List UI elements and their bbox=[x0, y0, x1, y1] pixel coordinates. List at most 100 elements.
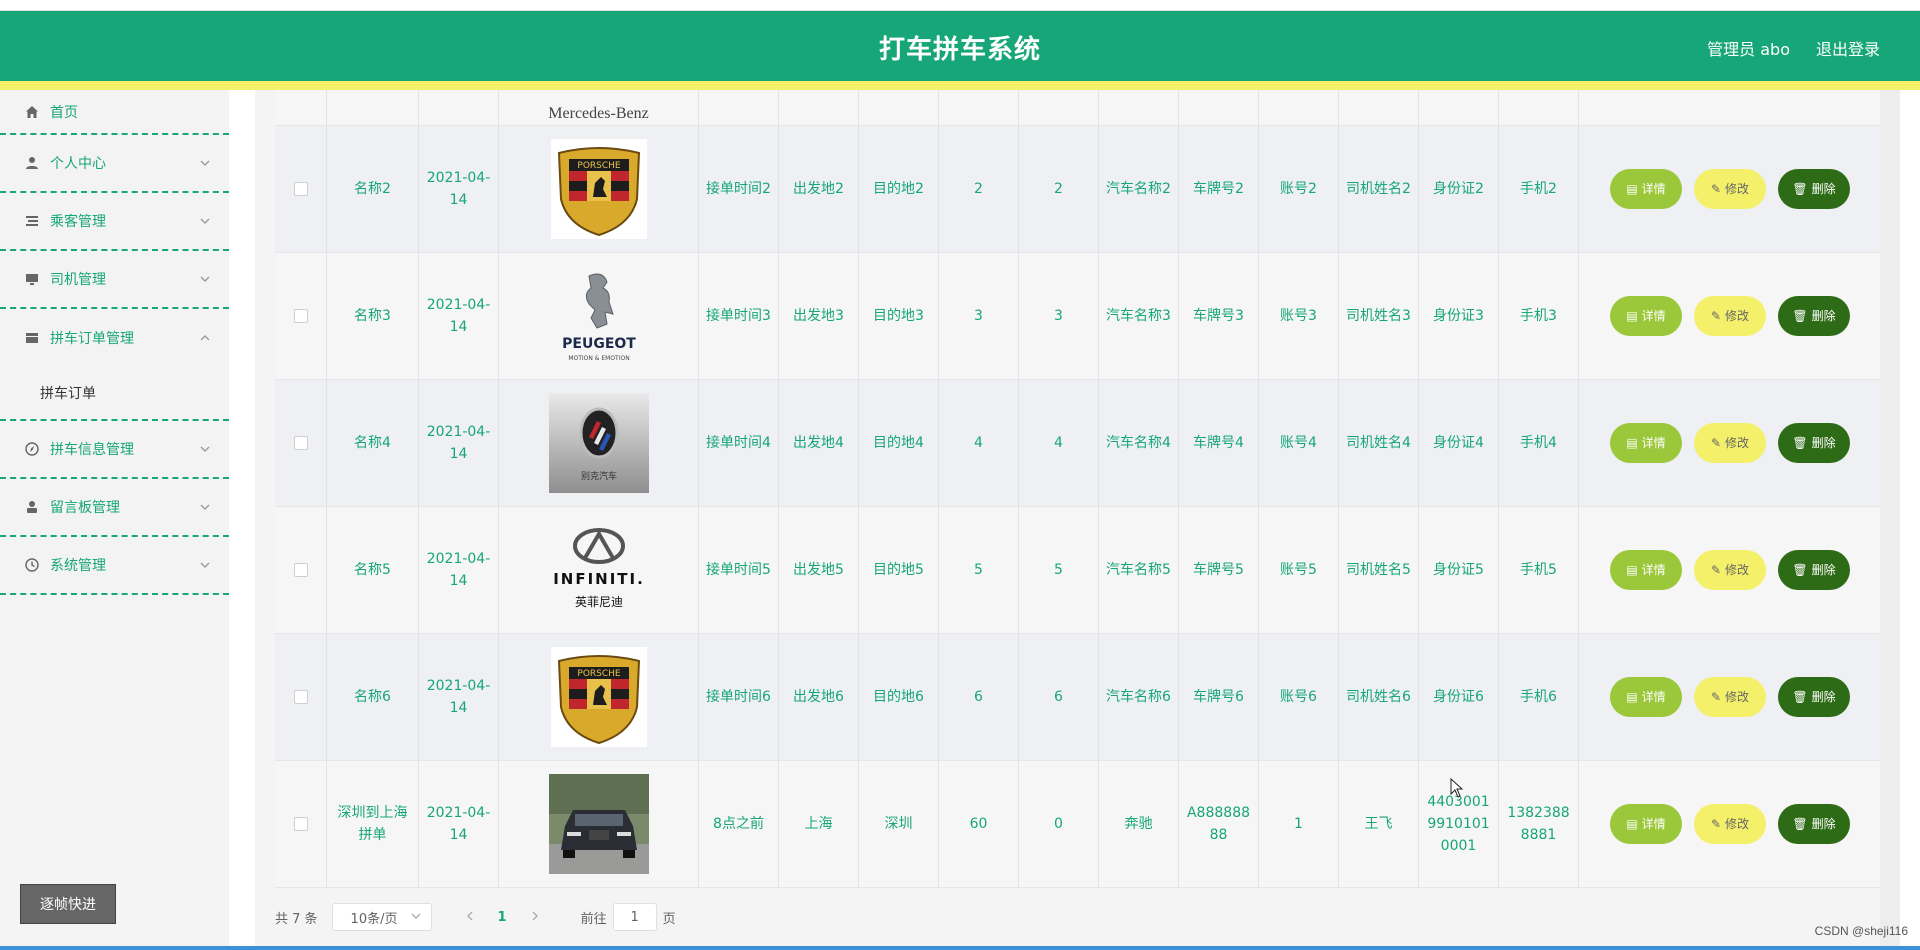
delete-button[interactable]: 🗑 删除 bbox=[1778, 804, 1850, 844]
clock-icon bbox=[24, 557, 40, 573]
row-checkbox[interactable] bbox=[293, 817, 308, 831]
cell-remaining: 6 bbox=[1019, 634, 1099, 760]
sidebar-item-label: 留言板管理 bbox=[50, 500, 120, 516]
watermark: CSDN @sheji116 bbox=[1814, 924, 1908, 938]
infiniti-logo-subtext: 英菲尼迪 bbox=[574, 595, 622, 609]
next-page-button[interactable] bbox=[525, 910, 545, 925]
sidebar-item-label: 拼车订单管理 bbox=[50, 331, 134, 347]
table-row: 名称3 2021-04-14 PEUGEOT MOTION & EMOTION … bbox=[275, 253, 1881, 380]
window-top-strip bbox=[0, 0, 1920, 11]
sidebar-item-driver[interactable]: 司机管理 bbox=[0, 251, 229, 309]
edit-button[interactable]: ✎ 修改 bbox=[1694, 169, 1766, 209]
peugeot-logo-image: PEUGEOT MOTION & EMOTION bbox=[549, 266, 649, 366]
pencil-icon: ✎ bbox=[1710, 817, 1722, 831]
sidebar-item-personal-center[interactable]: 个人中心 bbox=[0, 135, 229, 193]
edit-button[interactable]: ✎ 修改 bbox=[1694, 677, 1766, 717]
cell-name: 深圳到上海拼单 bbox=[327, 761, 419, 887]
logout-link[interactable]: 退出登录 bbox=[1816, 36, 1880, 60]
cell-date: 2021-04-14 bbox=[419, 634, 499, 760]
detail-button[interactable]: ▤ 详情 bbox=[1610, 804, 1682, 844]
sidebar-item-label: 乘客管理 bbox=[50, 214, 106, 230]
document-icon: ▤ bbox=[1626, 690, 1638, 704]
sidebar-item-passenger[interactable]: 乘客管理 bbox=[0, 193, 229, 251]
table-row: 名称5 2021-04-14 INFINITI. 英菲尼迪 接单时间5 出发地5… bbox=[275, 507, 1881, 634]
cell-car-name: 汽车名称2 bbox=[1099, 126, 1179, 252]
sidebar-item-label: 系统管理 bbox=[50, 558, 106, 574]
row-checkbox[interactable] bbox=[293, 436, 308, 450]
delete-button[interactable]: 🗑 删除 bbox=[1778, 169, 1850, 209]
chevron-down-icon bbox=[199, 215, 211, 227]
cell-date: 2021-04-14 bbox=[419, 253, 499, 379]
sidebar-item-message-board[interactable]: 留言板管理 bbox=[0, 479, 229, 537]
frame-forward-button[interactable]: 逐帧快进 bbox=[20, 884, 116, 924]
chevron-up-icon bbox=[199, 332, 211, 344]
cell-plate: 车牌号2 bbox=[1179, 126, 1259, 252]
document-icon: ▤ bbox=[1626, 182, 1638, 196]
main-content: Mercedes-Benz 名称2 2021-04-14 PORSCHE 接单时… bbox=[255, 90, 1900, 950]
detail-button[interactable]: ▤ 详情 bbox=[1610, 296, 1682, 336]
cell-id-card: 身份证2 bbox=[1419, 126, 1499, 252]
detail-button[interactable]: ▤ 详情 bbox=[1610, 677, 1682, 717]
document-icon: ▤ bbox=[1626, 817, 1638, 831]
detail-button[interactable]: ▤ 详情 bbox=[1610, 550, 1682, 590]
cell-driver-name: 王飞 bbox=[1339, 761, 1419, 887]
cell-seats: 5 bbox=[939, 507, 1019, 633]
edit-button[interactable]: ✎ 修改 bbox=[1694, 804, 1766, 844]
cell-name: 名称3 bbox=[327, 253, 419, 379]
sidebar-subitem-carpool-order[interactable]: 拼车订单 bbox=[0, 367, 229, 421]
trash-icon: 🗑 bbox=[1792, 563, 1808, 577]
cell-driver-name: 司机姓名2 bbox=[1339, 126, 1419, 252]
sidebar-item-carpool-orders[interactable]: 拼车订单管理 bbox=[0, 309, 229, 367]
prev-page-button[interactable] bbox=[460, 910, 480, 925]
sidebar-item-home[interactable]: 首页 bbox=[0, 90, 229, 135]
cell-plate: 车牌号3 bbox=[1179, 253, 1259, 379]
trash-icon: 🗑 bbox=[1792, 690, 1808, 704]
app-header: 打车拼车系统 管理员 abo 退出登录 bbox=[0, 11, 1920, 81]
detail-button[interactable]: ▤ 详情 bbox=[1610, 169, 1682, 209]
delete-button[interactable]: 🗑 删除 bbox=[1778, 677, 1850, 717]
goto-suffix: 页 bbox=[662, 911, 676, 927]
cell-account: 账号4 bbox=[1259, 380, 1339, 506]
row-checkbox[interactable] bbox=[293, 309, 308, 323]
cell-order-time: 接单时间6 bbox=[699, 634, 779, 760]
cell-driver-name: 司机姓名4 bbox=[1339, 380, 1419, 506]
row-checkbox[interactable] bbox=[293, 182, 308, 196]
table-row: 深圳到上海拼单 2021-04-14 8点之前 上海 深圳 60 0 奔驰 A8… bbox=[275, 761, 1881, 888]
goto-label: 前往 bbox=[580, 911, 607, 927]
pencil-icon: ✎ bbox=[1710, 436, 1722, 450]
cell-order-time: 8点之前 bbox=[699, 761, 779, 887]
cell-id-card: 身份证6 bbox=[1419, 634, 1499, 760]
delete-button[interactable]: 🗑 删除 bbox=[1778, 423, 1850, 463]
cell-destination: 目的地5 bbox=[859, 507, 939, 633]
trash-icon: 🗑 bbox=[1792, 817, 1808, 831]
row-checkbox[interactable] bbox=[293, 690, 308, 704]
cell-name: 名称6 bbox=[327, 634, 419, 760]
chevron-down-icon bbox=[199, 273, 211, 285]
peugeot-tagline: MOTION & EMOTION bbox=[568, 355, 629, 362]
chevron-down-icon bbox=[411, 910, 421, 925]
edit-button[interactable]: ✎ 修改 bbox=[1694, 423, 1766, 463]
trash-icon: 🗑 bbox=[1792, 309, 1808, 323]
delete-button[interactable]: 🗑 删除 bbox=[1778, 296, 1850, 336]
goto-page-input[interactable] bbox=[612, 903, 657, 931]
cell-phone: 手机5 bbox=[1499, 507, 1579, 633]
cell-car-name: 汽车名称3 bbox=[1099, 253, 1179, 379]
sidebar-item-carpool-info[interactable]: 拼车信息管理 bbox=[0, 421, 229, 479]
page-size-select[interactable]: 10条/页 bbox=[331, 903, 432, 931]
sidebar-item-system[interactable]: 系统管理 bbox=[0, 537, 229, 595]
edit-button[interactable]: ✎ 修改 bbox=[1694, 550, 1766, 590]
cell-origin: 出发地6 bbox=[779, 634, 859, 760]
cell-order-time: 接单时间5 bbox=[699, 507, 779, 633]
vertical-scrollbar[interactable] bbox=[1880, 90, 1900, 950]
cell-plate: 车牌号6 bbox=[1179, 634, 1259, 760]
cell-account: 账号2 bbox=[1259, 126, 1339, 252]
delete-button[interactable]: 🗑 删除 bbox=[1778, 550, 1850, 590]
porsche-logo-text: PORSCHE bbox=[577, 669, 621, 679]
edit-button[interactable]: ✎ 修改 bbox=[1694, 296, 1766, 336]
page-number-1[interactable]: 1 bbox=[498, 910, 507, 925]
row-checkbox[interactable] bbox=[293, 563, 308, 577]
cell-car-name: 汽车名称5 bbox=[1099, 507, 1179, 633]
peugeot-logo-text: PEUGEOT bbox=[562, 336, 636, 352]
table-row-partial: Mercedes-Benz bbox=[275, 90, 1881, 126]
detail-button[interactable]: ▤ 详情 bbox=[1610, 423, 1682, 463]
